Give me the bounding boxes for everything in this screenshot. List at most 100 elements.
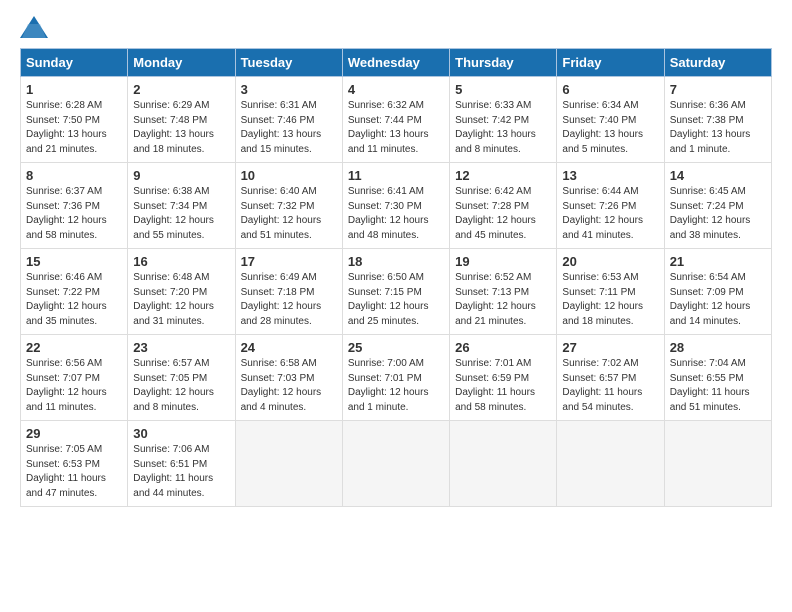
day-info: Sunrise: 6:31 AM Sunset: 7:46 PM Dayligh…: [241, 99, 337, 157]
day-info: Sunrise: 6:53 AM Sunset: 7:11 PM Dayligh…: [562, 271, 658, 329]
day-header-friday: Friday: [557, 49, 664, 77]
calendar-cell: 11 Sunrise: 6:41 AM Sunset: 7:30 PM Dayl…: [342, 163, 449, 249]
calendar-week-row: 8 Sunrise: 6:37 AM Sunset: 7:36 PM Dayli…: [21, 163, 772, 249]
day-number: 18: [348, 254, 444, 269]
day-number: 4: [348, 82, 444, 97]
calendar-cell: 1 Sunrise: 6:28 AM Sunset: 7:50 PM Dayli…: [21, 77, 128, 163]
day-number: 28: [670, 340, 766, 355]
day-number: 8: [26, 168, 122, 183]
day-info: Sunrise: 6:36 AM Sunset: 7:38 PM Dayligh…: [670, 99, 766, 157]
day-info: Sunrise: 7:05 AM Sunset: 6:53 PM Dayligh…: [26, 443, 122, 501]
day-number: 2: [133, 82, 229, 97]
calendar-cell: 26 Sunrise: 7:01 AM Sunset: 6:59 PM Dayl…: [450, 335, 557, 421]
calendar-cell: [450, 421, 557, 507]
day-header-sunday: Sunday: [21, 49, 128, 77]
day-number: 11: [348, 168, 444, 183]
day-info: Sunrise: 6:50 AM Sunset: 7:15 PM Dayligh…: [348, 271, 444, 329]
calendar-cell: 18 Sunrise: 6:50 AM Sunset: 7:15 PM Dayl…: [342, 249, 449, 335]
calendar-cell: 24 Sunrise: 6:58 AM Sunset: 7:03 PM Dayl…: [235, 335, 342, 421]
day-number: 3: [241, 82, 337, 97]
calendar-cell: 12 Sunrise: 6:42 AM Sunset: 7:28 PM Dayl…: [450, 163, 557, 249]
calendar-body: 1 Sunrise: 6:28 AM Sunset: 7:50 PM Dayli…: [21, 77, 772, 507]
day-number: 22: [26, 340, 122, 355]
logo: [20, 16, 52, 38]
day-info: Sunrise: 7:01 AM Sunset: 6:59 PM Dayligh…: [455, 357, 551, 415]
calendar-cell: 15 Sunrise: 6:46 AM Sunset: 7:22 PM Dayl…: [21, 249, 128, 335]
day-header-saturday: Saturday: [664, 49, 771, 77]
calendar-cell: 22 Sunrise: 6:56 AM Sunset: 7:07 PM Dayl…: [21, 335, 128, 421]
page-header: [20, 16, 772, 38]
calendar-cell: 14 Sunrise: 6:45 AM Sunset: 7:24 PM Dayl…: [664, 163, 771, 249]
logo-icon: [20, 16, 48, 38]
day-info: Sunrise: 6:34 AM Sunset: 7:40 PM Dayligh…: [562, 99, 658, 157]
day-number: 6: [562, 82, 658, 97]
day-info: Sunrise: 6:37 AM Sunset: 7:36 PM Dayligh…: [26, 185, 122, 243]
day-number: 12: [455, 168, 551, 183]
day-info: Sunrise: 6:40 AM Sunset: 7:32 PM Dayligh…: [241, 185, 337, 243]
day-info: Sunrise: 6:29 AM Sunset: 7:48 PM Dayligh…: [133, 99, 229, 157]
day-number: 30: [133, 426, 229, 441]
day-number: 27: [562, 340, 658, 355]
day-info: Sunrise: 6:33 AM Sunset: 7:42 PM Dayligh…: [455, 99, 551, 157]
calendar-cell: 28 Sunrise: 7:04 AM Sunset: 6:55 PM Dayl…: [664, 335, 771, 421]
calendar-table: SundayMondayTuesdayWednesdayThursdayFrid…: [20, 48, 772, 507]
calendar-cell: 6 Sunrise: 6:34 AM Sunset: 7:40 PM Dayli…: [557, 77, 664, 163]
day-number: 17: [241, 254, 337, 269]
day-info: Sunrise: 6:38 AM Sunset: 7:34 PM Dayligh…: [133, 185, 229, 243]
calendar-cell: 17 Sunrise: 6:49 AM Sunset: 7:18 PM Dayl…: [235, 249, 342, 335]
day-number: 1: [26, 82, 122, 97]
calendar-cell: 21 Sunrise: 6:54 AM Sunset: 7:09 PM Dayl…: [664, 249, 771, 335]
day-number: 29: [26, 426, 122, 441]
calendar-cell: [235, 421, 342, 507]
calendar-header-row: SundayMondayTuesdayWednesdayThursdayFrid…: [21, 49, 772, 77]
day-number: 26: [455, 340, 551, 355]
day-info: Sunrise: 6:57 AM Sunset: 7:05 PM Dayligh…: [133, 357, 229, 415]
day-info: Sunrise: 6:42 AM Sunset: 7:28 PM Dayligh…: [455, 185, 551, 243]
calendar-week-row: 22 Sunrise: 6:56 AM Sunset: 7:07 PM Dayl…: [21, 335, 772, 421]
day-info: Sunrise: 6:45 AM Sunset: 7:24 PM Dayligh…: [670, 185, 766, 243]
day-number: 9: [133, 168, 229, 183]
calendar-cell: 10 Sunrise: 6:40 AM Sunset: 7:32 PM Dayl…: [235, 163, 342, 249]
day-info: Sunrise: 6:28 AM Sunset: 7:50 PM Dayligh…: [26, 99, 122, 157]
calendar-cell: [557, 421, 664, 507]
calendar-cell: 13 Sunrise: 6:44 AM Sunset: 7:26 PM Dayl…: [557, 163, 664, 249]
calendar-week-row: 29 Sunrise: 7:05 AM Sunset: 6:53 PM Dayl…: [21, 421, 772, 507]
calendar-cell: 30 Sunrise: 7:06 AM Sunset: 6:51 PM Dayl…: [128, 421, 235, 507]
day-info: Sunrise: 7:02 AM Sunset: 6:57 PM Dayligh…: [562, 357, 658, 415]
day-number: 25: [348, 340, 444, 355]
day-number: 24: [241, 340, 337, 355]
calendar-cell: 19 Sunrise: 6:52 AM Sunset: 7:13 PM Dayl…: [450, 249, 557, 335]
day-header-thursday: Thursday: [450, 49, 557, 77]
calendar-cell: 5 Sunrise: 6:33 AM Sunset: 7:42 PM Dayli…: [450, 77, 557, 163]
calendar-cell: 3 Sunrise: 6:31 AM Sunset: 7:46 PM Dayli…: [235, 77, 342, 163]
day-info: Sunrise: 6:46 AM Sunset: 7:22 PM Dayligh…: [26, 271, 122, 329]
day-info: Sunrise: 6:52 AM Sunset: 7:13 PM Dayligh…: [455, 271, 551, 329]
day-info: Sunrise: 7:04 AM Sunset: 6:55 PM Dayligh…: [670, 357, 766, 415]
day-number: 23: [133, 340, 229, 355]
calendar-cell: 25 Sunrise: 7:00 AM Sunset: 7:01 PM Dayl…: [342, 335, 449, 421]
day-info: Sunrise: 7:00 AM Sunset: 7:01 PM Dayligh…: [348, 357, 444, 415]
day-number: 10: [241, 168, 337, 183]
calendar-cell: 9 Sunrise: 6:38 AM Sunset: 7:34 PM Dayli…: [128, 163, 235, 249]
day-info: Sunrise: 6:56 AM Sunset: 7:07 PM Dayligh…: [26, 357, 122, 415]
day-header-tuesday: Tuesday: [235, 49, 342, 77]
calendar-cell: 8 Sunrise: 6:37 AM Sunset: 7:36 PM Dayli…: [21, 163, 128, 249]
calendar-cell: [342, 421, 449, 507]
day-number: 14: [670, 168, 766, 183]
day-info: Sunrise: 6:41 AM Sunset: 7:30 PM Dayligh…: [348, 185, 444, 243]
day-info: Sunrise: 7:06 AM Sunset: 6:51 PM Dayligh…: [133, 443, 229, 501]
calendar-cell: 16 Sunrise: 6:48 AM Sunset: 7:20 PM Dayl…: [128, 249, 235, 335]
day-number: 13: [562, 168, 658, 183]
day-header-monday: Monday: [128, 49, 235, 77]
day-info: Sunrise: 6:44 AM Sunset: 7:26 PM Dayligh…: [562, 185, 658, 243]
day-number: 21: [670, 254, 766, 269]
calendar-week-row: 1 Sunrise: 6:28 AM Sunset: 7:50 PM Dayli…: [21, 77, 772, 163]
calendar-week-row: 15 Sunrise: 6:46 AM Sunset: 7:22 PM Dayl…: [21, 249, 772, 335]
day-number: 7: [670, 82, 766, 97]
day-info: Sunrise: 6:49 AM Sunset: 7:18 PM Dayligh…: [241, 271, 337, 329]
day-number: 15: [26, 254, 122, 269]
day-info: Sunrise: 6:48 AM Sunset: 7:20 PM Dayligh…: [133, 271, 229, 329]
calendar-cell: 27 Sunrise: 7:02 AM Sunset: 6:57 PM Dayl…: [557, 335, 664, 421]
calendar-cell: 7 Sunrise: 6:36 AM Sunset: 7:38 PM Dayli…: [664, 77, 771, 163]
day-info: Sunrise: 6:32 AM Sunset: 7:44 PM Dayligh…: [348, 99, 444, 157]
